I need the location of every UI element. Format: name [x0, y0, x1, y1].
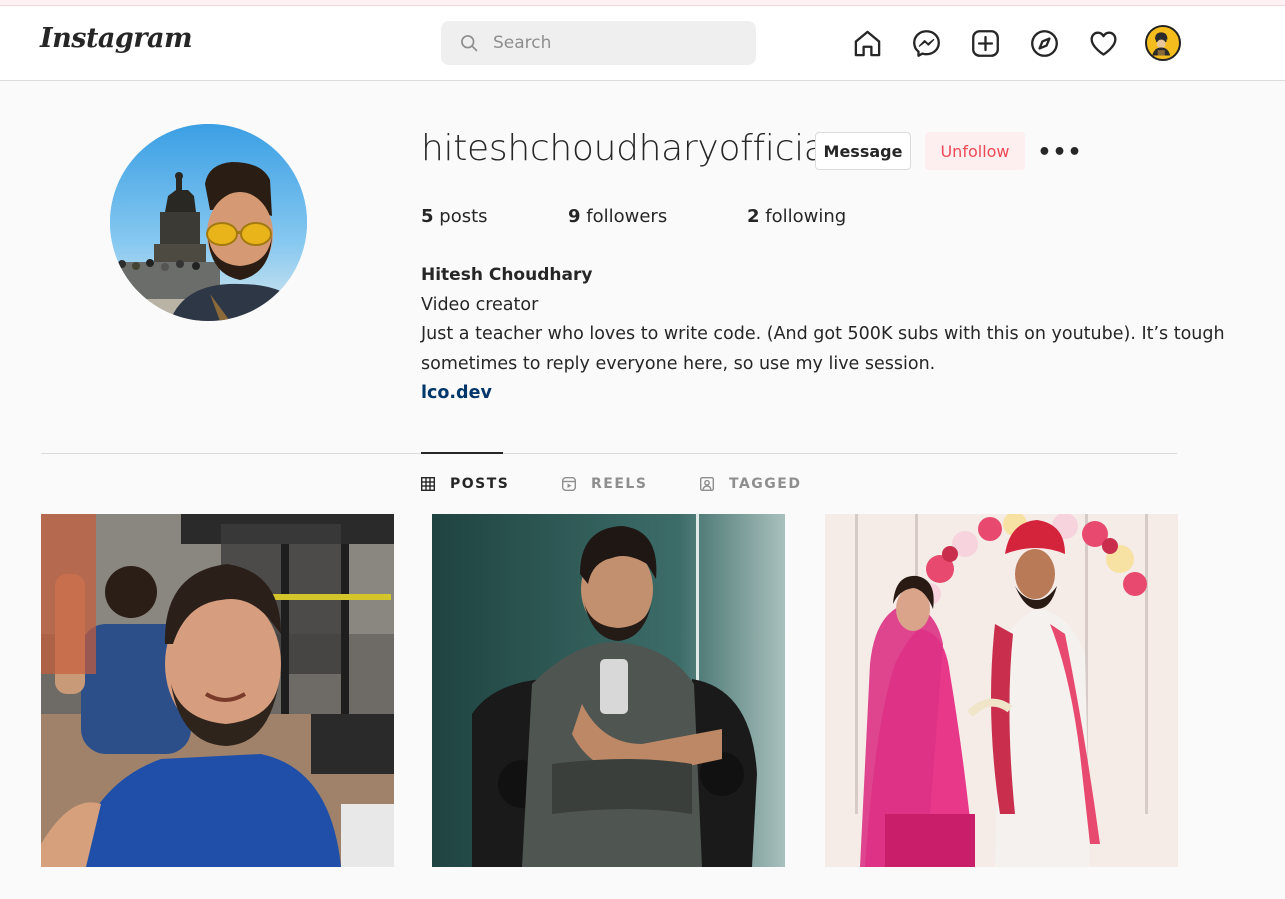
gym-selfie-photo	[41, 514, 394, 867]
profile-category: Video creator	[421, 295, 539, 315]
unfollow-button[interactable]: Unfollow	[925, 132, 1025, 170]
tab-reels-label: REELS	[591, 476, 648, 492]
post-thumbnail[interactable]	[432, 514, 785, 867]
tab-posts[interactable]: POSTS	[421, 474, 509, 494]
reels-icon	[562, 477, 576, 491]
home-icon[interactable]	[850, 26, 884, 60]
active-tab-indicator	[421, 452, 503, 454]
new-post-icon[interactable]	[968, 26, 1002, 60]
following-label: following	[765, 206, 847, 227]
profile-full-name: Hitesh Choudhary	[421, 265, 593, 285]
posts-count-stat[interactable]: 5 posts	[421, 206, 488, 227]
search-icon	[461, 35, 478, 52]
tab-tagged[interactable]: TAGGED	[700, 474, 801, 494]
wedding-photo	[825, 514, 1178, 867]
search-input[interactable]: Search	[493, 33, 551, 53]
nav-profile-avatar[interactable]	[1145, 25, 1181, 61]
followers-label: followers	[586, 206, 668, 227]
message-button[interactable]: Message	[815, 132, 911, 170]
tab-reels[interactable]: REELS	[562, 474, 647, 494]
tab-tagged-label: TAGGED	[729, 476, 802, 492]
following-stat[interactable]: 2 following	[747, 206, 846, 227]
instagram-logo[interactable]: Instagram	[40, 23, 193, 54]
activity-heart-icon[interactable]	[1086, 26, 1120, 60]
post-thumbnail[interactable]	[825, 514, 1178, 867]
tab-posts-label: POSTS	[450, 476, 510, 492]
tagged-icon	[700, 477, 714, 491]
messenger-icon[interactable]	[909, 26, 943, 60]
profile-website-link[interactable]: lco.dev	[421, 383, 492, 403]
bio-text-line-1: Just a teacher who loves to write code. …	[421, 324, 1225, 344]
more-options-icon[interactable]: •••	[1037, 138, 1081, 166]
bio-text-line-2: sometimes to reply everyone here, so use…	[421, 354, 936, 374]
profile-username: hiteshchoudharyofficial	[421, 128, 836, 169]
followers-stat[interactable]: 9 followers	[568, 206, 667, 227]
posts-label: posts	[439, 206, 488, 227]
tabs-divider	[41, 453, 1177, 454]
grid-icon	[421, 477, 435, 491]
post-thumbnail[interactable]	[41, 514, 394, 867]
search-box[interactable]: Search	[441, 21, 756, 65]
top-navbar: Instagram Search	[0, 6, 1285, 81]
following-count: 2	[747, 206, 760, 227]
nav-icon-group	[850, 25, 1181, 61]
explore-icon[interactable]	[1027, 26, 1061, 60]
profile-avatar[interactable]	[110, 124, 307, 321]
posts-count: 5	[421, 206, 434, 227]
followers-count: 9	[568, 206, 581, 227]
mirror-selfie-photo	[432, 514, 785, 867]
